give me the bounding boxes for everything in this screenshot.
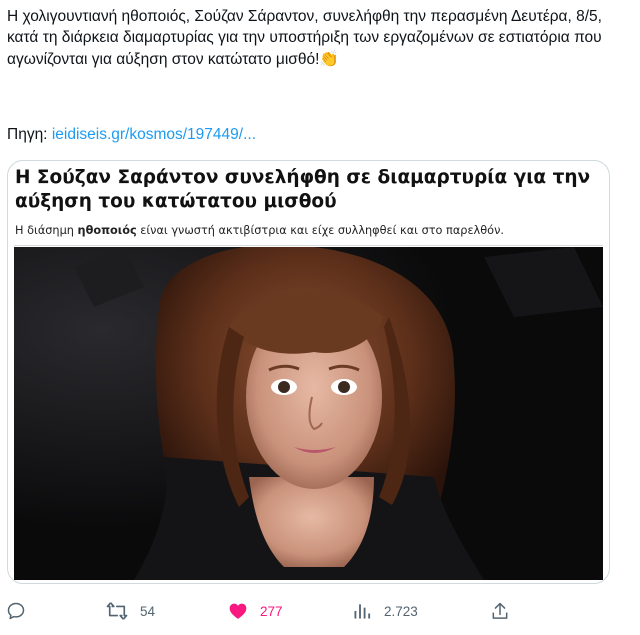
portrait-image xyxy=(14,247,603,580)
tweet-text: Η χολιγουντιανή ηθοποιός, Σούζαν Σάραντο… xyxy=(7,6,607,70)
tweet-actions-bar: 54 277 2.723 xyxy=(0,596,640,626)
like-count: 277 xyxy=(260,603,283,619)
reply-icon xyxy=(6,601,26,621)
views-count: 2.723 xyxy=(384,603,418,619)
like-button[interactable]: 277 xyxy=(228,596,283,626)
share-button[interactable] xyxy=(490,596,510,626)
source-line: Πηγη: ieidiseis.gr/kosmos/197449/... xyxy=(7,125,256,145)
analytics-icon xyxy=(352,601,372,621)
share-icon xyxy=(490,601,510,621)
retweet-count: 54 xyxy=(140,603,156,619)
article-photo xyxy=(14,247,603,580)
link-preview-card[interactable]: Η Σούζαν Σαράντον συνελήφθη σε διαμαρτυρ… xyxy=(7,160,610,584)
clapping-hands-emoji: 👏 xyxy=(319,49,340,68)
article-title: Η Σούζαν Σαράντον συνελήφθη σε διαμαρτυρ… xyxy=(15,167,591,212)
divider xyxy=(14,245,603,246)
views-button[interactable]: 2.723 xyxy=(352,596,418,626)
subtitle-part: είναι γνωστή ακτιβίστρια και είχε συλληφ… xyxy=(136,224,504,237)
source-prefix: Πηγη: xyxy=(7,126,52,143)
article-subtitle: Η διάσημη ηθοποιός είναι γνωστή ακτιβίστ… xyxy=(15,223,595,239)
subtitle-bold: ηθοποιός xyxy=(77,224,137,237)
tweet-body: Η χολιγουντιανή ηθοποιός, Σούζαν Σάραντο… xyxy=(7,8,607,68)
heart-icon xyxy=(228,601,248,621)
reply-button[interactable] xyxy=(6,596,26,626)
subtitle-part: Η διάσημη xyxy=(15,224,78,237)
retweet-button[interactable]: 54 xyxy=(106,596,155,626)
source-link[interactable]: ieidiseis.gr/kosmos/197449/... xyxy=(52,126,256,143)
retweet-icon xyxy=(106,601,128,621)
